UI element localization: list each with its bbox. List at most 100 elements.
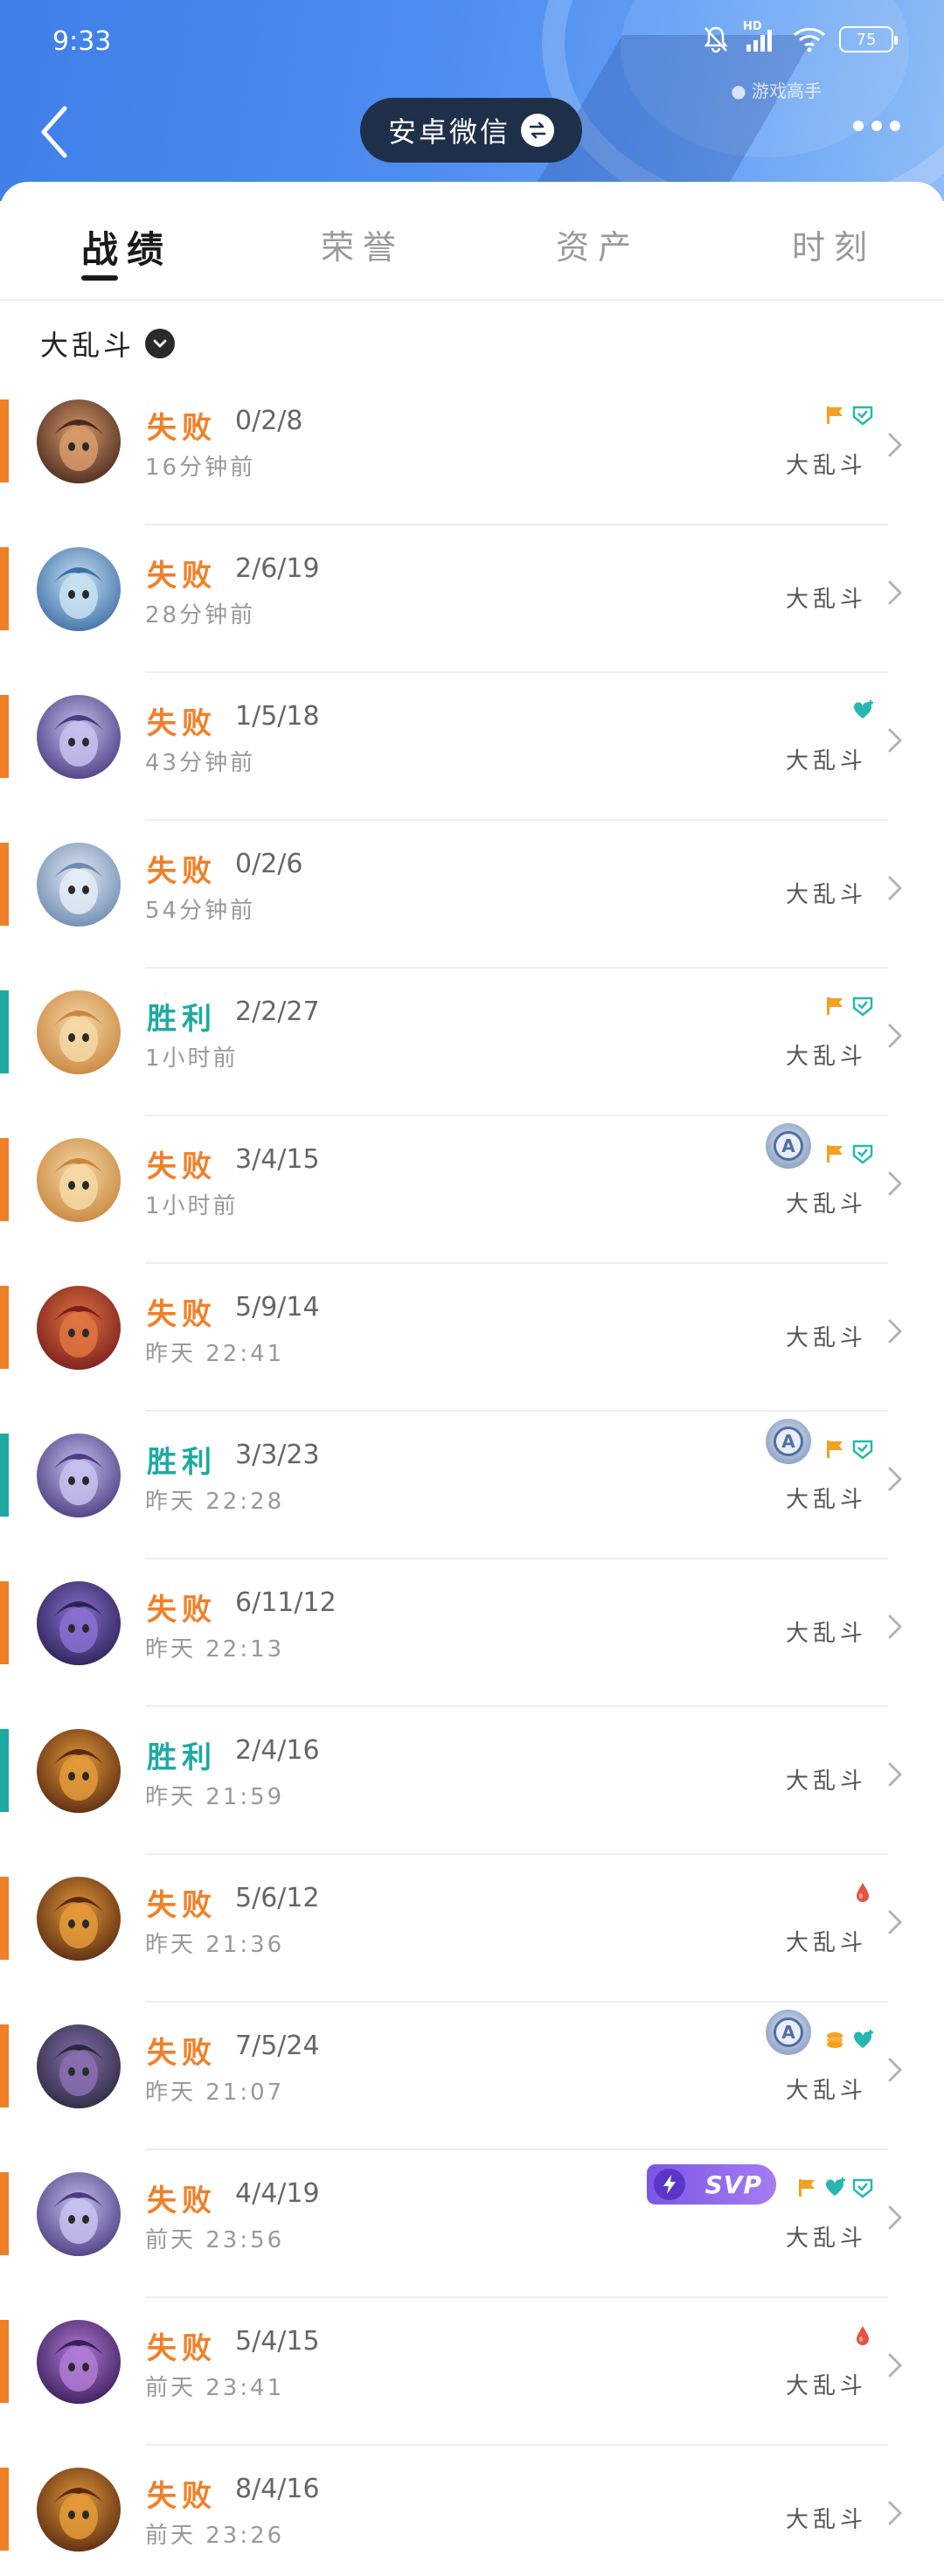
account-switch-button[interactable]: 安卓微信 — [360, 98, 582, 163]
match-time: 昨天 22:41 — [145, 1341, 285, 1367]
match-mode: 大乱斗 — [785, 1325, 867, 1351]
battery-icon: 75 — [839, 26, 898, 52]
hero-avatar — [37, 547, 121, 631]
tab-moments[interactable]: 时刻 — [792, 220, 876, 268]
chevron-right-icon — [888, 2058, 902, 2082]
shield-icon — [851, 404, 874, 427]
match-mode: 大乱斗 — [785, 2373, 867, 2399]
status-icons: HD 75 — [701, 20, 898, 54]
match-kda: 0/2/6 — [235, 849, 303, 879]
match-row[interactable]: 失败 6/11/12 昨天 22:13 大乱斗 — [0, 1559, 944, 1707]
drop-icon — [851, 1881, 874, 1904]
match-mode: 大乱斗 — [785, 1044, 867, 1070]
shield-icon — [851, 2177, 874, 2199]
drop-icon — [851, 2324, 874, 2347]
hero-avatar — [37, 990, 121, 1074]
match-time: 43分钟前 — [145, 750, 256, 776]
result-indicator-bar — [0, 547, 9, 630]
match-row[interactable]: 失败 5/9/14 昨天 22:41 大乱斗 — [0, 1264, 944, 1412]
match-time: 1小时前 — [145, 1193, 239, 1219]
match-row[interactable]: 胜利 2/2/27 1小时前 大乱斗 — [0, 969, 944, 1116]
result-indicator-bar — [0, 2320, 9, 2403]
chevron-right-icon — [888, 2205, 902, 2230]
match-kda: 5/6/12 — [235, 1883, 320, 1913]
flag-icon — [823, 1142, 846, 1165]
hero-avatar — [37, 1434, 121, 1517]
result-indicator-bar — [0, 399, 9, 483]
match-kda: 4/4/19 — [235, 2178, 320, 2209]
match-row[interactable]: 失败 0/2/6 54分钟前 大乱斗 — [0, 821, 944, 969]
match-mode: 大乱斗 — [785, 2225, 867, 2252]
match-mode: 大乱斗 — [785, 748, 867, 774]
match-result: 失败 — [147, 559, 217, 594]
match-result: 失败 — [147, 1593, 217, 1628]
match-row[interactable]: 失败 0/2/8 16分钟前 大乱斗 — [0, 378, 944, 525]
match-mode: 大乱斗 — [785, 1930, 867, 1956]
match-time: 16分钟前 — [145, 455, 256, 481]
chevron-right-icon — [888, 1319, 902, 1344]
hero-avatar — [37, 399, 121, 483]
match-row[interactable]: 失败 5/4/15 前天 23:41 大乱斗 — [0, 2298, 944, 2446]
chevron-right-icon — [888, 1467, 902, 1491]
wifi-icon — [792, 25, 827, 53]
chevron-down-icon — [145, 329, 176, 358]
tab-honor[interactable]: 荣誉 — [321, 220, 405, 268]
match-row[interactable]: 失败 3/4/15 1小时前 A 大乱斗 — [0, 1116, 944, 1264]
lightning-icon — [654, 2169, 685, 2200]
match-kda: 5/4/15 — [235, 2326, 320, 2357]
match-row[interactable]: 胜利 3/3/23 昨天 22:28 A 大乱斗 — [0, 1412, 944, 1559]
match-badges — [823, 1438, 874, 1461]
match-badges — [851, 2324, 874, 2347]
result-indicator-bar — [0, 1729, 9, 1812]
match-time: 昨天 21:59 — [145, 1784, 285, 1810]
result-indicator-bar — [0, 1138, 9, 1221]
match-time: 昨天 21:36 — [145, 1932, 285, 1958]
more-options-button[interactable] — [853, 121, 900, 131]
result-indicator-bar — [0, 1434, 9, 1517]
hero-avatar — [37, 2468, 121, 2552]
match-row[interactable]: 失败 8/4/16 前天 23:26 大乱斗 — [0, 2446, 944, 2576]
match-mode: 大乱斗 — [785, 882, 867, 908]
status-time: 9:33 — [52, 26, 112, 57]
tab-assets[interactable]: 资产 — [556, 220, 640, 268]
svp-badge: SVP — [647, 2164, 776, 2205]
hero-avatar — [37, 695, 121, 779]
chevron-right-icon — [888, 1614, 902, 1639]
match-row[interactable]: 失败 4/4/19 前天 23:56 SVP 大乱斗 — [0, 2150, 944, 2298]
hero-avatar — [37, 1138, 121, 1222]
signal-icon: HD — [743, 20, 780, 53]
hero-avatar — [37, 2024, 121, 2108]
match-badges — [823, 404, 874, 427]
match-row[interactable]: 失败 2/6/19 28分钟前 大乱斗 — [0, 525, 944, 673]
match-kda: 2/2/27 — [235, 996, 320, 1027]
watermark: ● 游戏高手 — [731, 80, 822, 101]
account-name: 安卓微信 — [387, 115, 510, 149]
match-row[interactable]: 失败 5/6/12 昨天 21:36 大乱斗 — [0, 1855, 944, 2003]
hero-avatar — [37, 1729, 121, 1813]
match-row[interactable]: 失败 7/5/24 昨天 21:07 A 大乱斗 — [0, 2003, 944, 2150]
heart-icon — [851, 2029, 874, 2052]
signal-label: HD — [743, 20, 762, 33]
match-badges — [851, 1881, 874, 1904]
match-time: 昨天 22:13 — [145, 1636, 285, 1663]
match-result: 失败 — [147, 2331, 217, 2366]
chevron-right-icon — [888, 728, 902, 753]
result-indicator-bar — [0, 2024, 9, 2107]
heart-icon — [823, 2177, 846, 2199]
match-result: 失败 — [147, 1149, 217, 1184]
match-mode: 大乱斗 — [785, 1487, 867, 1513]
content-sheet: 战绩 荣誉 资产 时刻 大乱斗 失败 0/2/8 16分钟前 大乱斗 失败 2/6/19… — [0, 182, 944, 2576]
back-button[interactable] — [35, 101, 73, 163]
flag-icon — [823, 404, 846, 427]
match-mode: 大乱斗 — [785, 2507, 867, 2533]
medal-a-icon: A — [766, 1123, 811, 1169]
mode-filter-dropdown[interactable]: 大乱斗 — [40, 323, 176, 364]
match-row[interactable]: 失败 1/5/18 43分钟前 大乱斗 — [0, 673, 944, 821]
chevron-left-icon — [41, 106, 67, 158]
heart-icon — [851, 699, 874, 722]
match-mode: 大乱斗 — [785, 453, 867, 479]
tab-record[interactable]: 战绩 — [81, 220, 172, 274]
match-row[interactable]: 胜利 2/4/16 昨天 21:59 大乱斗 — [0, 1707, 944, 1855]
chevron-right-icon — [888, 1171, 902, 1196]
match-result: 胜利 — [147, 1445, 217, 1480]
